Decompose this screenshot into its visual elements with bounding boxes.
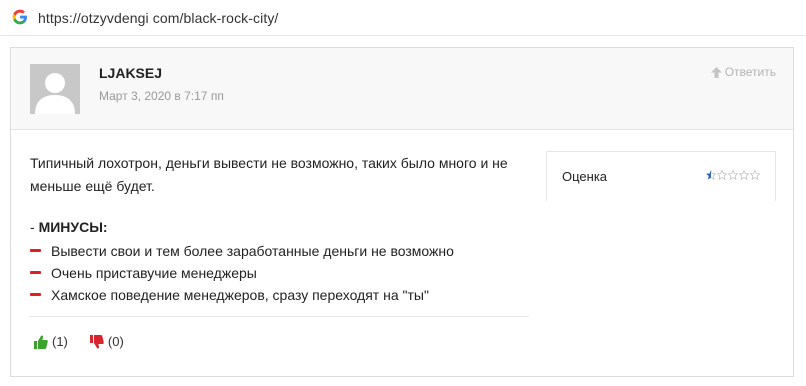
rating-label: Оценка bbox=[562, 169, 608, 184]
star-icon bbox=[728, 170, 738, 180]
star-icon bbox=[739, 170, 749, 180]
divider bbox=[30, 316, 529, 317]
cons-item: Очень приставучие менеджеры bbox=[30, 263, 454, 285]
minus-icon bbox=[30, 249, 41, 252]
like-button[interactable]: (1) bbox=[34, 334, 68, 349]
google-g-icon bbox=[12, 9, 27, 25]
review-date: Март 3, 2020 в 7:17 пп bbox=[99, 89, 224, 103]
cons-item-text: Очень приставучие менеджеры bbox=[51, 265, 257, 281]
star-icon bbox=[706, 170, 716, 180]
dislike-button[interactable]: (0) bbox=[89, 334, 124, 349]
default-user-icon bbox=[30, 64, 80, 114]
reply-label: Ответить bbox=[724, 65, 776, 79]
star-icon bbox=[717, 170, 727, 180]
star-icon bbox=[750, 170, 760, 180]
arrow-up-icon bbox=[710, 66, 722, 78]
thumbs-up-icon bbox=[34, 335, 48, 349]
reply-button[interactable]: Ответить bbox=[710, 65, 776, 79]
vote-bar: (1) (0) bbox=[34, 334, 146, 349]
like-count: (1) bbox=[52, 334, 68, 349]
url-text[interactable]: https://otzyvdengi com/black-rock-city/ bbox=[38, 10, 278, 26]
review-card: LJAKSEJ Март 3, 2020 в 7:17 пп Ответить … bbox=[10, 47, 794, 377]
minus-icon bbox=[30, 293, 41, 296]
cons-item-text: Хамское поведение менеджеров, сразу пере… bbox=[51, 287, 429, 303]
cons-item: Хамское поведение менеджеров, сразу пере… bbox=[30, 285, 454, 307]
cons-prefix: - bbox=[30, 219, 39, 235]
cons-title: МИНУСЫ: bbox=[38, 219, 108, 235]
thumbs-down-icon bbox=[89, 334, 104, 348]
review-header: LJAKSEJ Март 3, 2020 в 7:17 пп Ответить bbox=[11, 48, 793, 130]
minus-icon bbox=[30, 271, 41, 274]
rating-box: Оценка bbox=[546, 151, 776, 201]
cons-heading: - МИНУСЫ: bbox=[30, 219, 108, 235]
avatar bbox=[30, 64, 80, 114]
dislike-count: (0) bbox=[107, 334, 124, 349]
cons-list: Вывести свои и тем более заработанные де… bbox=[30, 241, 454, 307]
review-text: Типичный лохотрон, деньги вывести не воз… bbox=[30, 155, 508, 194]
cons-item: Вывести свои и тем более заработанные де… bbox=[30, 241, 454, 263]
review-author[interactable]: LJAKSEJ bbox=[99, 65, 162, 81]
rating-stars bbox=[706, 170, 760, 180]
browser-address-bar[interactable]: https://otzyvdengi com/black-rock-city/ bbox=[0, 0, 806, 36]
cons-item-text: Вывести свои и тем более заработанные де… bbox=[51, 243, 454, 259]
